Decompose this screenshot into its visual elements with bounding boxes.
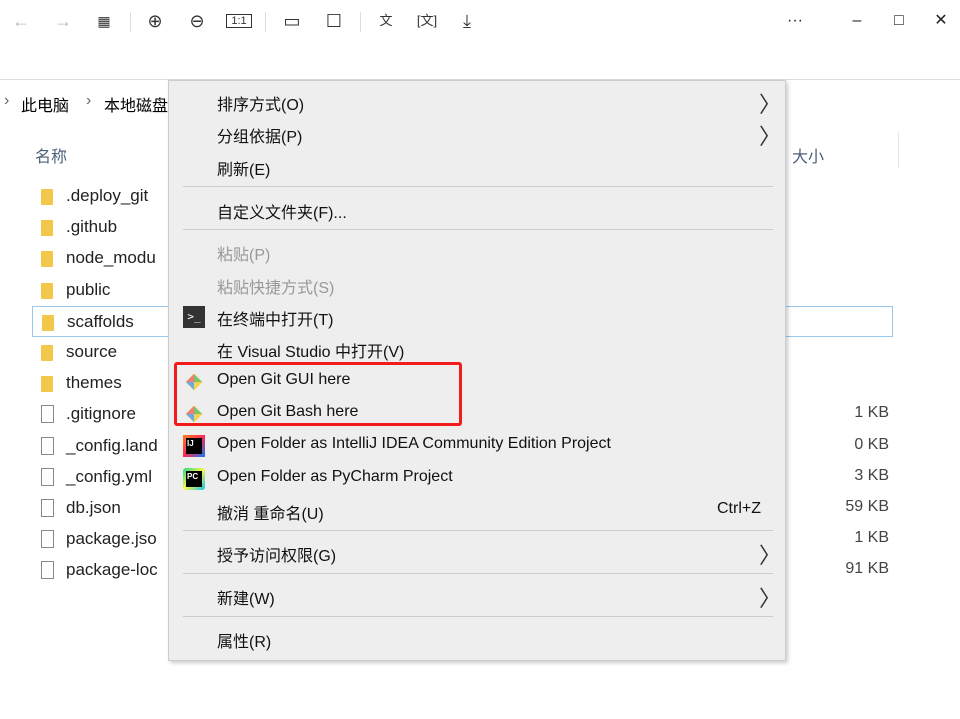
file-icon bbox=[41, 499, 54, 517]
menu-label: 新建(W) bbox=[217, 591, 275, 608]
menu-shortcut: Ctrl+Z bbox=[717, 500, 761, 517]
maximize-button[interactable]: □ bbox=[887, 8, 911, 34]
file-icon bbox=[41, 467, 54, 486]
minimize-button[interactable]: – bbox=[845, 8, 869, 34]
file-size: 1 KB bbox=[854, 404, 889, 422]
file-name: _config.yml bbox=[66, 466, 152, 486]
breadcrumb-item[interactable]: 此电脑 bbox=[21, 92, 69, 116]
toolbar-divider bbox=[360, 12, 361, 32]
menu-item-refresh[interactable]: 刷新(E) bbox=[169, 152, 785, 182]
menu-label: 授予访问权限(G) bbox=[217, 548, 337, 565]
file-name: package-loc bbox=[66, 560, 158, 580]
highlight-box bbox=[174, 362, 462, 426]
file-icon bbox=[41, 530, 54, 549]
file-size: 59 KB bbox=[845, 498, 889, 515]
folder-icon bbox=[41, 220, 53, 237]
column-divider bbox=[898, 132, 899, 168]
file-name: scaffolds bbox=[67, 311, 134, 331]
menu-item-group[interactable]: 分组依据(P) 〉 bbox=[169, 119, 785, 149]
menu-label: 撤消 重命名(U) bbox=[217, 506, 324, 523]
back-icon[interactable]: ← bbox=[8, 8, 34, 34]
file-name: source bbox=[66, 342, 118, 361]
zoom-in-icon[interactable]: ⊕ bbox=[142, 8, 168, 34]
folder-icon bbox=[41, 251, 53, 268]
terminal-icon: >_ bbox=[183, 306, 205, 328]
folder-icon bbox=[41, 189, 53, 205]
file-name: db.json bbox=[66, 498, 121, 517]
menu-label: 粘贴快捷方式(S) bbox=[217, 280, 335, 297]
menu-label: 在终端中打开(T) bbox=[217, 312, 334, 329]
menu-label: 在 Visual Studio 中打开(V) bbox=[217, 344, 405, 361]
file-size: 3 KB bbox=[854, 466, 889, 484]
column-header-size[interactable]: 大小 bbox=[792, 143, 824, 167]
toolbar-divider bbox=[265, 12, 266, 32]
intellij-icon: IJ bbox=[183, 435, 205, 457]
chevron-right-icon: 〉 bbox=[759, 92, 782, 117]
menu-item-customize[interactable]: 自定义文件夹(F)... bbox=[169, 195, 785, 225]
file-name: themes bbox=[66, 373, 122, 393]
menu-label: 自定义文件夹(F)... bbox=[217, 205, 347, 222]
file-icon bbox=[41, 561, 54, 580]
file-size: 1 KB bbox=[854, 529, 889, 547]
chevron-right-icon: 〉 bbox=[759, 586, 782, 611]
menu-item-visual-studio[interactable]: 在 Visual Studio 中打开(V) bbox=[169, 334, 785, 364]
download-icon[interactable]: ⤓ bbox=[454, 8, 480, 34]
menu-separator bbox=[183, 229, 773, 230]
file-name: .gitignore bbox=[66, 404, 136, 424]
folder-icon bbox=[41, 282, 53, 299]
menu-item-undo-rename[interactable]: 撤消 重命名(U) Ctrl+Z bbox=[169, 496, 785, 526]
file-name: .github bbox=[66, 217, 118, 237]
actual-size-icon[interactable]: 1:1 bbox=[226, 8, 252, 34]
file-name: node_modu bbox=[66, 248, 156, 268]
folder-icon bbox=[41, 345, 53, 361]
menu-item-sort[interactable]: 排序方式(O) 〉 bbox=[169, 87, 785, 117]
chevron-right-icon: › bbox=[4, 92, 10, 109]
menu-label: 排序方式(O) bbox=[217, 97, 305, 114]
menu-separator bbox=[183, 186, 773, 187]
breadcrumb-item[interactable]: 本地磁盘 bbox=[104, 92, 168, 116]
menu-item-properties[interactable]: 属性(R) bbox=[169, 624, 785, 654]
forward-icon[interactable]: → bbox=[50, 8, 76, 34]
menu-label: 刷新(E) bbox=[217, 162, 271, 179]
folder-icon bbox=[42, 314, 54, 331]
menu-label: 属性(R) bbox=[217, 634, 272, 651]
file-name: _config.land bbox=[66, 435, 158, 455]
pycharm-icon: PC bbox=[183, 468, 205, 490]
ocr-icon[interactable]: [文] bbox=[414, 8, 440, 34]
menu-label: Open Folder as IntelliJ IDEA Community E… bbox=[217, 435, 611, 452]
more-button[interactable]: ··· bbox=[783, 8, 807, 34]
file-icon bbox=[41, 405, 54, 424]
menu-item-terminal[interactable]: >_ 在终端中打开(T) bbox=[169, 302, 785, 332]
menu-separator bbox=[183, 530, 773, 531]
folder-icon bbox=[41, 376, 53, 393]
chevron-right-icon: 〉 bbox=[759, 543, 782, 568]
file-icon bbox=[41, 436, 54, 455]
menu-label: 粘贴(P) bbox=[217, 247, 271, 264]
translate-icon[interactable]: 文 bbox=[373, 8, 399, 34]
close-button[interactable]: ✕ bbox=[929, 8, 953, 34]
column-header-name[interactable]: 名称 bbox=[35, 143, 67, 167]
chevron-right-icon: › bbox=[86, 92, 92, 109]
edit-icon[interactable]: ☐ bbox=[321, 8, 347, 34]
file-name: package.jso bbox=[66, 529, 157, 549]
menu-label: 分组依据(P) bbox=[217, 129, 303, 146]
menu-label: Open Folder as PyCharm Project bbox=[217, 468, 453, 485]
file-size: 91 KB bbox=[845, 560, 889, 578]
menu-separator bbox=[183, 573, 773, 574]
zoom-out-icon[interactable]: ⊖ bbox=[184, 8, 210, 34]
menu-item-paste: 粘贴(P) bbox=[169, 237, 785, 267]
grid-icon[interactable]: ▦ bbox=[91, 8, 117, 34]
menu-item-intellij[interactable]: IJ Open Folder as IntelliJ IDEA Community… bbox=[169, 431, 785, 461]
menu-item-pycharm[interactable]: PC Open Folder as PyCharm Project bbox=[169, 464, 785, 494]
menu-item-new[interactable]: 新建(W) 〉 bbox=[169, 581, 785, 611]
rotate-icon[interactable]: ▭ bbox=[279, 8, 305, 34]
file-name: public bbox=[66, 279, 111, 299]
chevron-right-icon: 〉 bbox=[759, 124, 782, 149]
file-size: 0 KB bbox=[854, 435, 889, 453]
toolbar-divider bbox=[130, 12, 131, 32]
menu-separator bbox=[183, 616, 773, 617]
file-name: .deploy_git bbox=[66, 186, 149, 205]
menu-item-paste-shortcut: 粘贴快捷方式(S) bbox=[169, 270, 785, 300]
menu-item-grant-access[interactable]: 授予访问权限(G) 〉 bbox=[169, 538, 785, 568]
